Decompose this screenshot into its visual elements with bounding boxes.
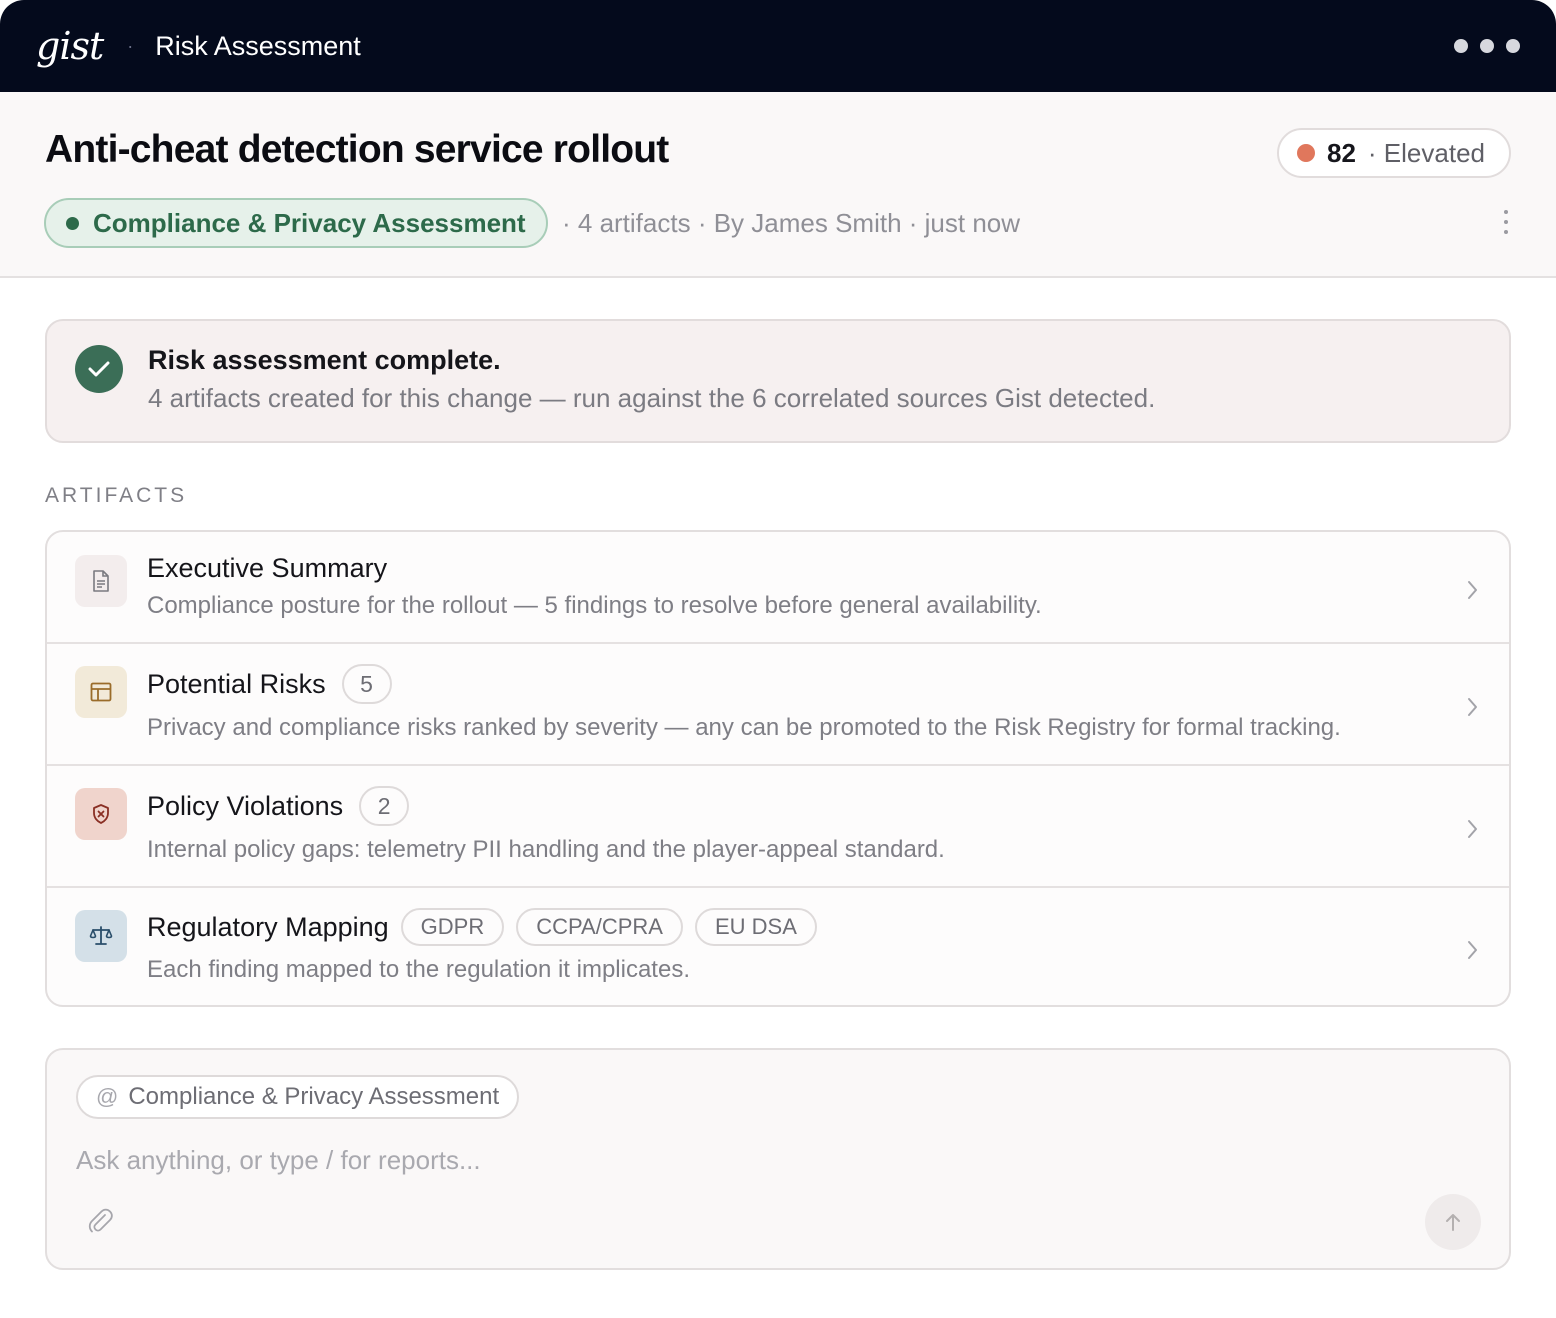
at-icon: @	[96, 1084, 119, 1109]
artifact-description: Internal policy gaps: telemetry PII hand…	[147, 836, 945, 863]
chat-input[interactable]	[76, 1138, 1376, 1182]
context-chip-label: Compliance & Privacy Assessment	[128, 1083, 500, 1110]
app-topbar: gist · Risk Assessment	[0, 0, 1556, 92]
chevron-right-icon	[1468, 581, 1477, 599]
assessment-header: Anti-cheat detection service rollout 82 …	[0, 92, 1556, 278]
assessment-type-badge[interactable]: Compliance & Privacy Assessment	[44, 198, 548, 248]
app-logo[interactable]: gist	[36, 24, 104, 68]
severity-dot-icon	[1297, 144, 1315, 162]
kebab-menu-icon[interactable]	[1504, 210, 1510, 234]
artifact-title: Executive Summary	[147, 553, 388, 583]
check-icon	[75, 345, 123, 393]
count-badge: 5	[341, 664, 392, 704]
dot-icon	[1506, 39, 1520, 53]
regulation-tag-gdpr: GDPR	[400, 908, 505, 946]
title-separator: ·	[127, 35, 134, 56]
artifact-description: Compliance posture for the rollout — 5 f…	[147, 592, 1042, 619]
more-menu-button[interactable]	[1454, 39, 1520, 53]
arrow-up-icon	[1446, 1214, 1460, 1231]
section-label-artifacts: ARTIFACTS	[45, 484, 188, 507]
artifact-description: Privacy and compliance risks ranked by s…	[147, 714, 1341, 741]
artifact-title-row: Regulatory Mapping GDPR CCPA/CPRA EU DSA	[147, 908, 817, 946]
dot-icon	[1454, 39, 1468, 53]
chat-composer: @ Compliance & Privacy Assessment	[45, 1048, 1511, 1270]
chevron-right-icon	[1468, 941, 1477, 959]
banner-title: Risk assessment complete.	[148, 345, 501, 375]
status-dot-icon	[66, 216, 79, 230]
scales-icon	[75, 910, 127, 962]
banner-subtitle: 4 artifacts created for this change — ru…	[148, 383, 1156, 413]
completion-banner: Risk assessment complete. 4 artifacts cr…	[45, 319, 1511, 443]
artifact-title-row: Policy Violations 2	[147, 786, 410, 826]
risk-score-badge[interactable]: 82 · Elevated	[1277, 128, 1511, 178]
artifact-row-potential-risks[interactable]: Potential Risks 5 Privacy and compliance…	[47, 644, 1509, 766]
regulation-tag-ccpa: CCPA/CPRA	[516, 908, 683, 946]
artifact-row-executive-summary[interactable]: Executive Summary Compliance posture for…	[47, 532, 1509, 644]
artifact-title: Potential Risks	[147, 668, 326, 699]
count-badge: 2	[359, 786, 410, 826]
risk-score-label: · Elevated	[1367, 137, 1485, 168]
artifact-description: Each finding mapped to the regulation it…	[147, 956, 690, 983]
dot-icon	[1480, 39, 1494, 53]
table-icon	[75, 666, 127, 718]
chevron-right-icon	[1468, 820, 1477, 838]
regulation-tag-eu-dsa: EU DSA	[694, 908, 817, 946]
page-title: Anti-cheat detection service rollout	[45, 128, 669, 171]
artifact-title: Policy Violations	[147, 790, 344, 821]
artifact-title: Regulatory Mapping	[147, 911, 389, 942]
artifact-row-regulatory-mapping[interactable]: Regulatory Mapping GDPR CCPA/CPRA EU DSA…	[47, 888, 1509, 1005]
shield-x-icon	[75, 788, 127, 840]
artifact-title-row: Potential Risks 5	[147, 664, 392, 704]
assessment-meta: · 4 artifacts · By James Smith · just no…	[562, 208, 1021, 238]
document-icon	[75, 555, 127, 607]
send-button[interactable]	[1425, 1194, 1481, 1250]
context-chip[interactable]: @ Compliance & Privacy Assessment	[76, 1075, 520, 1119]
assessment-type-label: Compliance & Privacy Assessment	[93, 207, 526, 238]
risk-score-value: 82	[1327, 137, 1356, 168]
paperclip-icon[interactable]	[87, 1208, 115, 1236]
artifact-list: Executive Summary Compliance posture for…	[45, 530, 1511, 1007]
app-title: Risk Assessment	[155, 30, 361, 61]
chevron-right-icon	[1468, 698, 1477, 716]
artifact-row-policy-violations[interactable]: Policy Violations 2 Internal policy gaps…	[47, 766, 1509, 888]
